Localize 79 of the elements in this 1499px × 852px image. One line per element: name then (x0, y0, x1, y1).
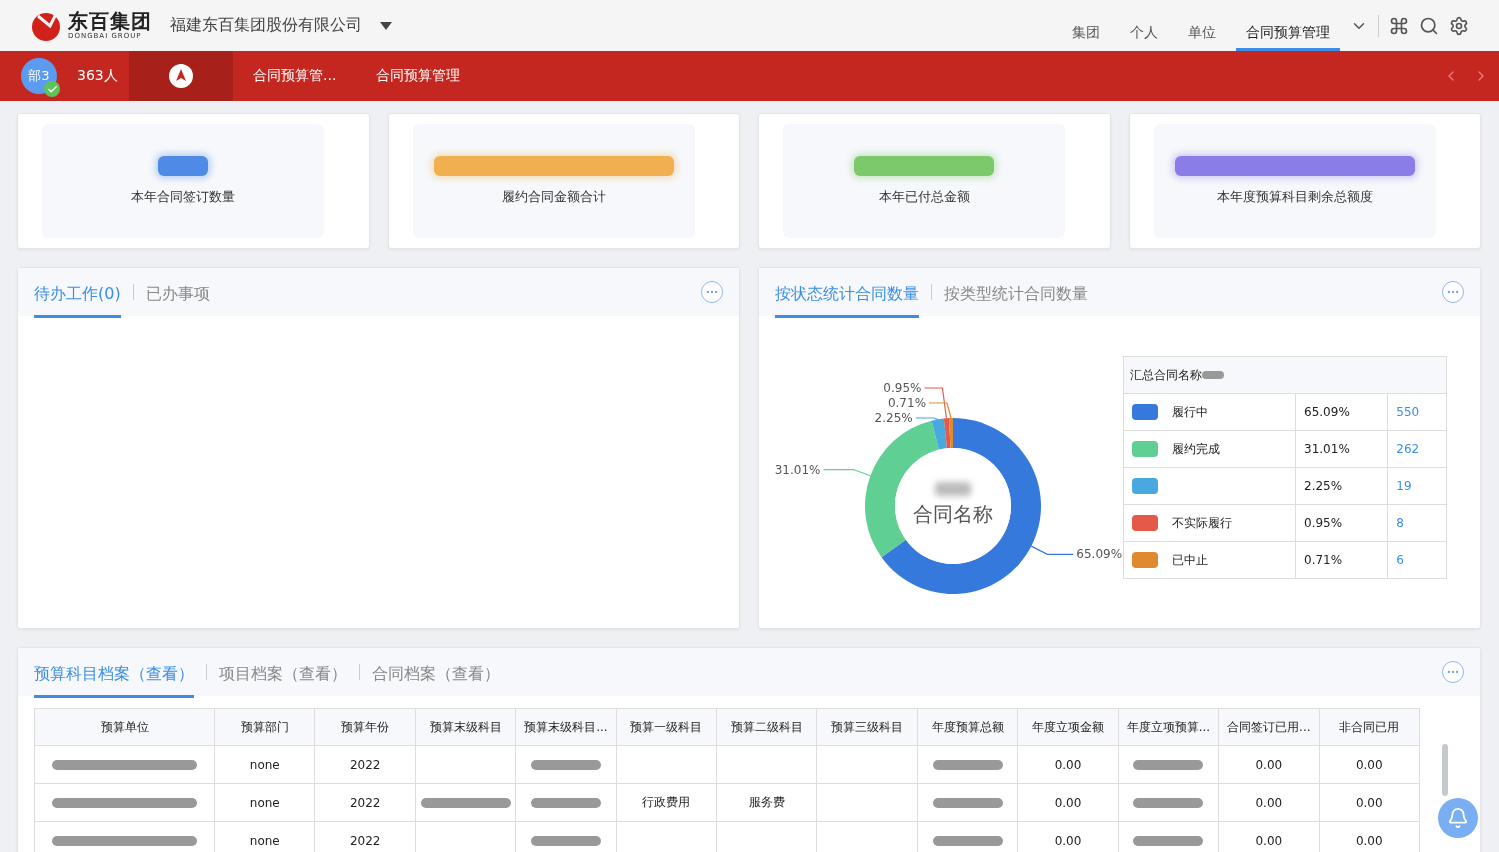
panel-tab[interactable]: 预算科目档案（查看） (34, 650, 194, 698)
count-link[interactable]: 550 (1396, 405, 1420, 419)
table-cell: 行政费用 (616, 783, 717, 822)
legend-percent: 0.95% (1295, 504, 1388, 542)
panel-tab[interactable]: 项目档案（查看） (219, 650, 347, 698)
legend-header: 汇总合同名称 (1123, 356, 1447, 394)
panel-tab[interactable]: 合同档案（查看） (372, 650, 500, 698)
percent-label: 0.95% (883, 381, 922, 395)
notification-button[interactable] (1438, 798, 1478, 838)
percent-label: 0.71% (887, 396, 927, 410)
column-header: 预算三级科目 (817, 708, 918, 746)
count-link[interactable]: 8 (1396, 516, 1404, 530)
table-cell: 0.00 (1017, 745, 1119, 784)
legend-label: 不实际履行 (1172, 515, 1232, 530)
table-cell: 0.00 (1218, 745, 1319, 784)
column-header: 预算二级科目 (716, 708, 817, 746)
kpi-label: 履约合同金额合计 (501, 188, 606, 206)
table-cell: 2022 (314, 783, 416, 822)
panel-tab[interactable]: 按状态统计合同数量 (775, 270, 919, 318)
column-header: 年度预算总额 (917, 708, 1018, 746)
legend-label: 已中止 (1172, 552, 1208, 567)
panel-tab[interactable]: 已办事项 (145, 270, 210, 318)
chart-center-title: 合同名称 (913, 502, 993, 526)
legend-label: 履约完成 (1172, 441, 1220, 456)
leader-line (822, 468, 871, 477)
legend-percent: 2.25% (1295, 467, 1388, 505)
column-header: 非合同已用 (1319, 708, 1420, 746)
check-icon (44, 81, 60, 97)
nav-tab[interactable]: 集团 (1062, 0, 1110, 51)
company-name: 福建东百集团股份有限公司 (170, 15, 362, 36)
column-header: 预算年份 (314, 708, 416, 746)
table-cell: 0.00 (1319, 745, 1420, 784)
table-cell: 服务费 (716, 783, 817, 822)
page-tab[interactable]: 合同预算管理 (356, 51, 481, 101)
avatar[interactable]: 部3 (21, 58, 57, 94)
table-cell: 0.00 (1218, 783, 1319, 822)
table-cell: none (214, 745, 315, 784)
kpi-label: 本年已付总金额 (878, 188, 970, 206)
count-link[interactable]: 19 (1396, 479, 1412, 493)
kpi-label: 本年合同签订数量 (131, 188, 235, 206)
bell-icon (1447, 807, 1469, 829)
kpi-label: 本年度预算科目剩余总额度 (1216, 188, 1373, 206)
legend-percent: 31.01% (1295, 430, 1388, 468)
leader-line (1030, 545, 1074, 555)
arrow-up-icon (169, 64, 193, 88)
column-header: 年度立项预算... (1118, 708, 1219, 746)
column-header: 预算末级科目... (515, 708, 617, 746)
table-cell: 2022 (314, 745, 416, 784)
redacted-total (935, 482, 971, 496)
home-tab[interactable] (129, 51, 233, 101)
nav-tab[interactable]: 个人 (1120, 0, 1168, 51)
column-header: 年度立项金额 (1017, 708, 1119, 746)
scrollbar[interactable] (1442, 744, 1448, 796)
column-header: 预算末级科目 (415, 708, 516, 746)
panel-tab[interactable]: 按类型统计合同数量 (944, 270, 1088, 318)
nav-tab[interactable]: 单位 (1178, 0, 1226, 51)
panel-tab[interactable]: 待办工作(0) (34, 270, 121, 318)
member-count: 363人 (77, 67, 119, 85)
legend-percent: 0.71% (1295, 541, 1388, 579)
more-icon[interactable] (1442, 661, 1464, 683)
count-link[interactable]: 262 (1396, 442, 1420, 456)
table-cell: 0.00 (1319, 783, 1420, 822)
page-tab[interactable]: 合同预算管... (233, 51, 357, 101)
column-header: 预算部门 (214, 708, 315, 746)
percent-label: 31.01% (774, 462, 821, 477)
column-header: 预算一级科目 (616, 708, 717, 746)
brand-name: 东百集团 (68, 11, 152, 31)
column-header: 合同签订已用... (1218, 708, 1319, 746)
more-icon[interactable] (701, 281, 723, 303)
legend-percent: 65.09% (1295, 393, 1388, 431)
legend-label: 履行中 (1172, 404, 1208, 419)
table-cell: 0.00 (1017, 783, 1119, 822)
dropdown-icon[interactable] (380, 21, 392, 30)
table-cell: none (214, 783, 315, 822)
percent-label: 65.09% (1076, 547, 1123, 562)
percent-label: 2.25% (874, 411, 913, 425)
more-icon[interactable] (1442, 281, 1464, 303)
count-link[interactable]: 6 (1396, 553, 1404, 567)
column-header: 预算单位 (34, 708, 215, 746)
